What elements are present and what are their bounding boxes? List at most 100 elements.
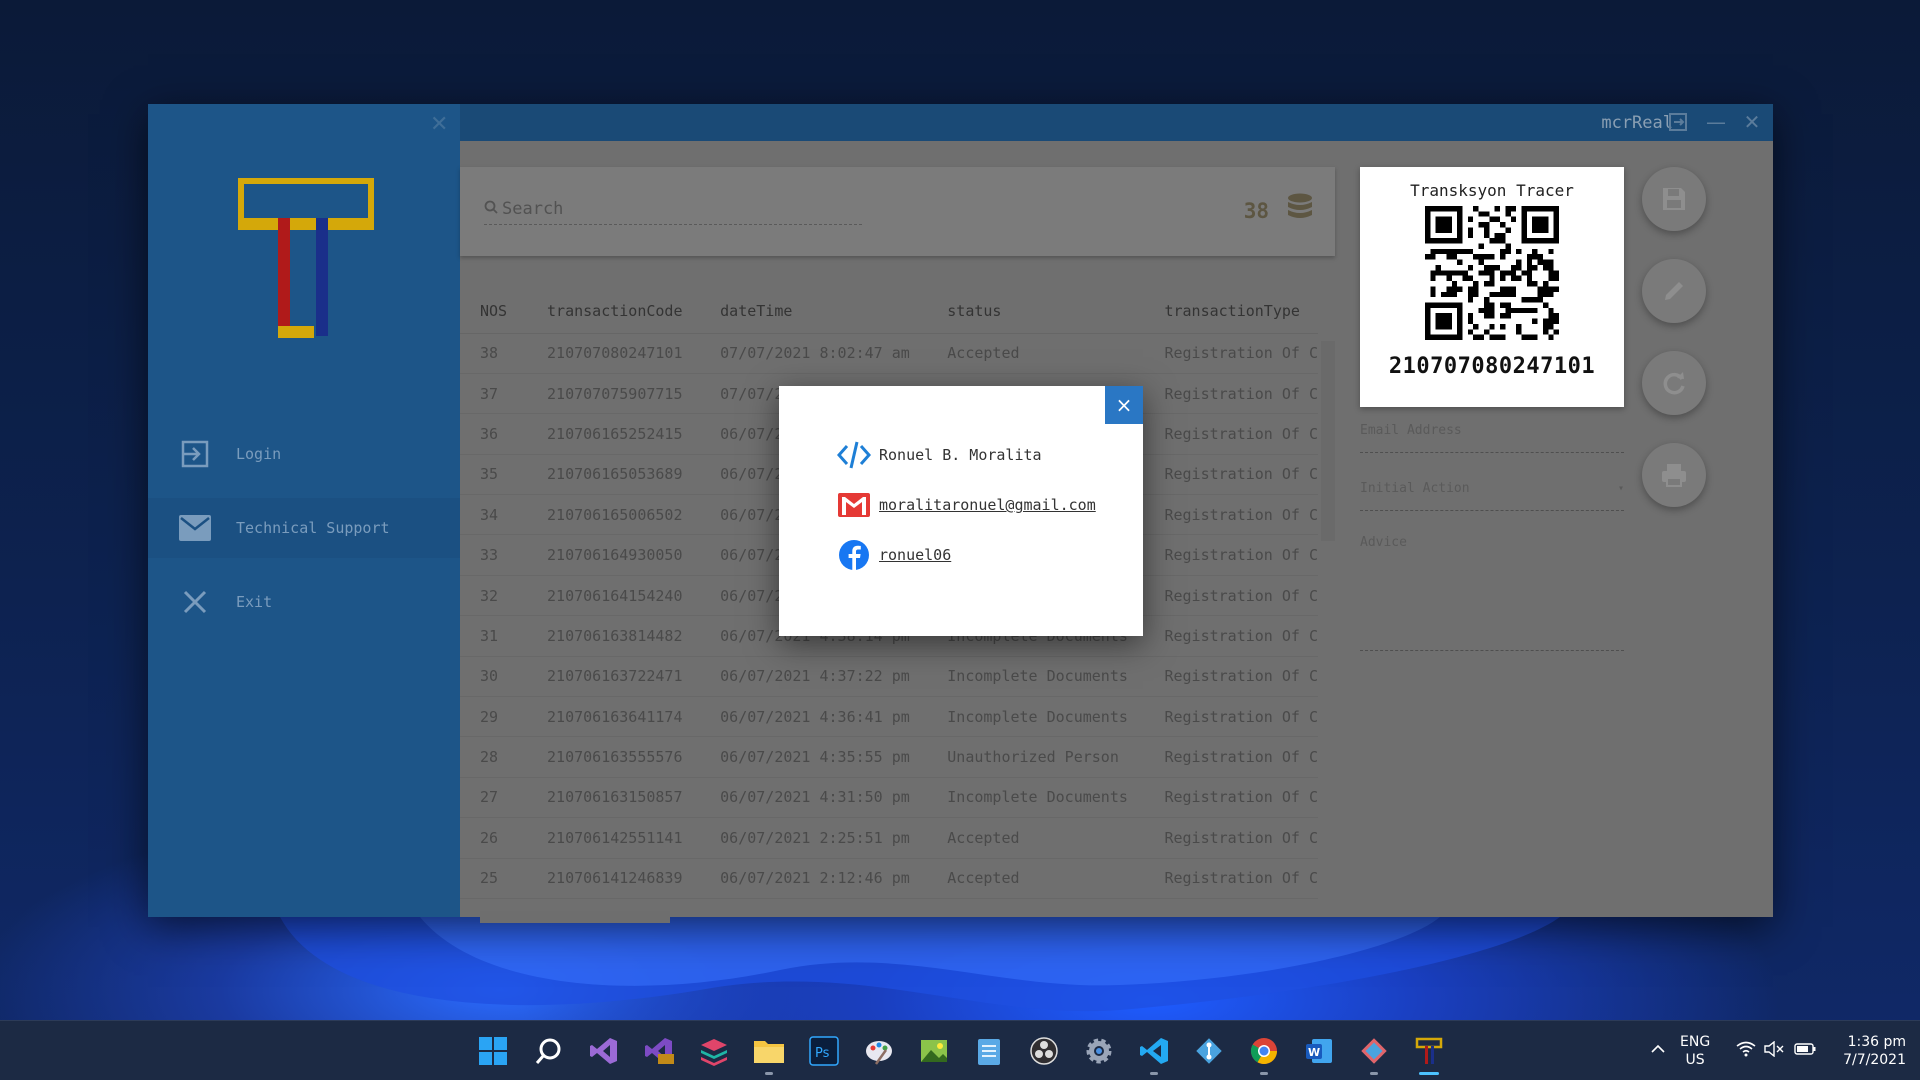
taskbar-paint[interactable] [859, 1031, 899, 1071]
dropdown-arrow-icon: ▾ [1617, 483, 1624, 494]
window-close-icon[interactable]: ✕ [1741, 112, 1763, 134]
taskbar-git-app-2[interactable] [1354, 1031, 1394, 1075]
initial-action-select[interactable]: Initial Action ▾ [1360, 481, 1624, 511]
taskbar-visual-studio-preview[interactable] [639, 1031, 679, 1071]
taskbar-image-app[interactable] [914, 1031, 954, 1071]
table-cell: Registration Of C [1144, 413, 1318, 455]
column-header[interactable]: status [927, 289, 1145, 334]
mail-icon [178, 511, 212, 545]
language-indicator[interactable]: ENG US [1680, 1033, 1710, 1080]
email-row: moralitaronuel@gmail.com [837, 488, 1096, 522]
wifi-icon [1736, 1041, 1756, 1057]
minimize-icon[interactable]: — [1705, 112, 1727, 134]
taskbar-notepad[interactable] [969, 1031, 1009, 1071]
app-logo-icon [1415, 1037, 1443, 1064]
edit-button[interactable] [1642, 259, 1706, 323]
sidebar-item-login[interactable]: Login [148, 424, 460, 484]
git-icon [1361, 1038, 1387, 1064]
clock[interactable]: 1:36 pm 7/7/2021 [1834, 1033, 1906, 1080]
table-row[interactable]: 29 210706163641174 06/07/2021 4:36:41 pm In… [460, 696, 1318, 738]
save-button[interactable] [1642, 167, 1706, 231]
table-cell: Incomplete Documents [927, 777, 1145, 819]
taskbar-file-explorer[interactable] [749, 1031, 789, 1075]
table-cell: 210706165053689 [527, 454, 701, 496]
print-button[interactable] [1642, 443, 1706, 507]
facebook-icon [837, 538, 871, 572]
table-cell: 31 [460, 615, 528, 657]
taskbar-stack-app[interactable] [694, 1031, 734, 1071]
network-status[interactable] [1736, 1041, 1756, 1080]
taskbar-chrome[interactable] [1244, 1031, 1284, 1075]
folder-icon [754, 1041, 784, 1063]
qr-card: Transksyon Tracer 210707080247101 [1360, 167, 1624, 407]
refresh-icon [1663, 372, 1685, 395]
taskbar-settings[interactable] [1079, 1031, 1119, 1071]
table-row[interactable]: 27 210706163150857 06/07/2021 4:31:50 pm In… [460, 777, 1318, 819]
column-header[interactable]: NOS [460, 289, 528, 334]
taskbar-visual-studio[interactable] [584, 1031, 624, 1071]
column-header[interactable]: dateTime [700, 289, 928, 334]
table-cell: Registration Of C [1144, 777, 1318, 819]
column-header[interactable]: transactionType [1144, 289, 1318, 334]
taskbar-photoshop[interactable]: Ps [804, 1031, 844, 1071]
close-icon: × [1115, 393, 1133, 417]
search-icon [484, 200, 498, 218]
qr-title: Transksyon Tracer [1410, 181, 1574, 200]
notepad-icon [978, 1039, 1000, 1065]
start-button[interactable] [473, 1031, 513, 1071]
table-cell: Registration Of C [1144, 615, 1318, 657]
clock-time: 1:36 pm [1847, 1034, 1906, 1050]
table-cell: 210706164930050 [527, 534, 701, 576]
table-cell: 210706163722471 [527, 656, 701, 698]
taskbar-vscode[interactable] [1134, 1031, 1174, 1075]
table-cell: 210707075907715 [527, 373, 701, 415]
vertical-scrollbar[interactable] [1321, 341, 1335, 541]
sidebar-close-icon[interactable]: ✕ [430, 112, 448, 137]
table-cell: Accepted [927, 858, 1145, 899]
logout-icon[interactable] [1667, 112, 1689, 134]
table-row[interactable]: 28 210706163555576 06/07/2021 4:35:55 pm Un… [460, 736, 1318, 778]
taskbar-obs[interactable] [1024, 1031, 1064, 1071]
visual-studio-icon [590, 1038, 617, 1064]
show-hidden-icons[interactable] [1650, 1041, 1666, 1080]
email-field[interactable]: Email Address [1360, 423, 1624, 453]
table-cell: 06/07/2021 2:12:46 pm [700, 858, 928, 899]
taskbar-git-app[interactable] [1189, 1031, 1229, 1071]
advice-textarea[interactable]: Advice [1360, 535, 1624, 651]
taskbar-word[interactable]: W [1299, 1031, 1339, 1071]
table-cell: Incomplete Documents [927, 696, 1145, 738]
email-placeholder: Email Address [1360, 423, 1462, 438]
advice-placeholder: Advice [1360, 535, 1407, 550]
taskbar-search-button[interactable] [529, 1031, 569, 1071]
table-row[interactable]: 26 210706142551141 06/07/2021 2:25:51 pm Ac… [460, 817, 1318, 859]
table-cell: 06/07/2021 4:35:55 pm [700, 736, 928, 778]
horizontal-scrollbar[interactable] [480, 911, 670, 923]
facebook-link[interactable]: ronuel06 [879, 546, 951, 564]
table-row[interactable]: 25 210706141246839 06/07/2021 2:12:46 pm Ac… [460, 858, 1318, 899]
palette-icon [866, 1041, 892, 1065]
region-code: US [1685, 1052, 1705, 1068]
sidebar-item-exit[interactable]: Exit [148, 572, 460, 632]
sidebar-item-label: Technical Support [236, 519, 390, 537]
table-row[interactable]: 30 210706163722471 06/07/2021 4:37:22 pm In… [460, 656, 1318, 698]
table-cell: 06/07/2021 4:31:50 pm [700, 777, 928, 819]
record-count: 38 [1243, 199, 1269, 223]
table-cell: 210706141246839 [527, 858, 701, 899]
volume-muted-icon [1764, 1040, 1784, 1058]
visual-studio-preview-icon [645, 1038, 674, 1064]
svg-text:W: W [1308, 1046, 1320, 1059]
search-input[interactable]: Search [484, 193, 862, 225]
volume-status[interactable] [1764, 1040, 1784, 1080]
modal-close-button[interactable]: × [1105, 386, 1143, 424]
battery-status[interactable] [1794, 1041, 1816, 1080]
table-cell: 33 [460, 534, 528, 576]
column-header[interactable]: transactionCode [527, 289, 701, 334]
table-row[interactable]: 38 210707080247101 07/07/2021 8:02:47 am Ac… [460, 333, 1318, 374]
search-icon [535, 1038, 561, 1064]
email-link[interactable]: moralitaronuel@gmail.com [879, 496, 1096, 514]
refresh-button[interactable] [1642, 351, 1706, 415]
sidebar-item-technical-support[interactable]: Technical Support [148, 498, 460, 558]
table-cell: 26 [460, 817, 528, 859]
taskbar-transksyon-app[interactable] [1409, 1031, 1449, 1075]
table-cell: 27 [460, 777, 528, 819]
